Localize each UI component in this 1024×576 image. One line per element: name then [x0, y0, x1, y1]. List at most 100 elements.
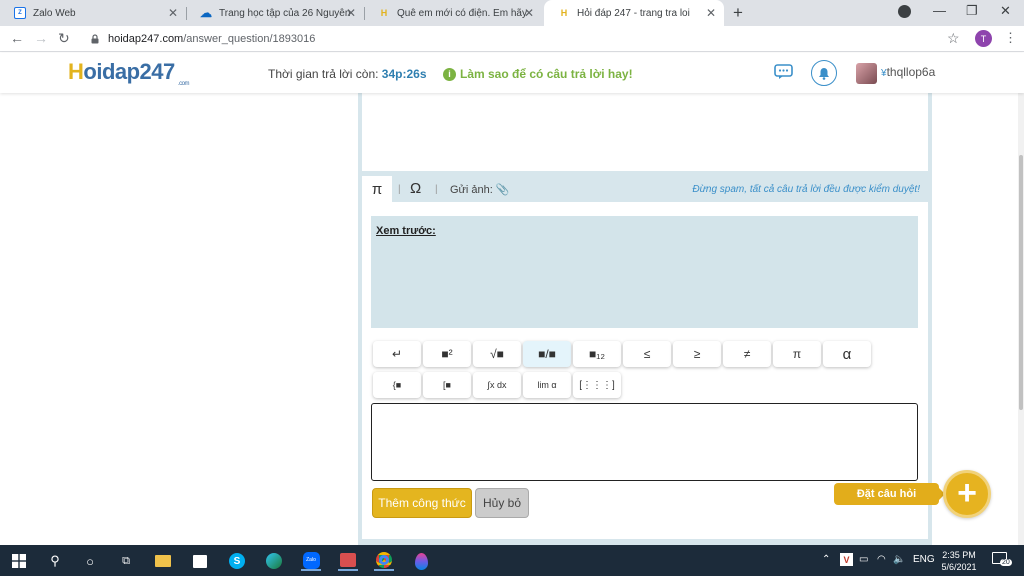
tab-que-em[interactable]: H Quê em mới có điện. Em hãy thà ✕	[364, 0, 542, 26]
new-tab-button[interactable]: +	[733, 3, 743, 23]
add-formula-button[interactable]: Thêm công thức	[372, 488, 472, 518]
power-key[interactable]: ■²	[423, 341, 471, 367]
cortana-icon[interactable]: ○	[80, 551, 100, 571]
ask-question-label[interactable]: Đặt câu hỏi	[834, 483, 939, 505]
close-icon[interactable]: ✕	[706, 6, 716, 20]
geq-key[interactable]: ≥	[673, 341, 721, 367]
wifi-icon[interactable]: ◠	[877, 554, 886, 565]
paperclip-icon: 📎	[495, 184, 510, 196]
upload-image-button[interactable]: Gửi ảnh: 📎	[450, 183, 510, 196]
close-icon[interactable]: ✕	[524, 6, 534, 20]
leq-key[interactable]: ≤	[623, 341, 671, 367]
sqrt-key[interactable]: √■	[473, 341, 521, 367]
preview-box: Xem trước:	[371, 216, 918, 328]
store-icon[interactable]	[190, 551, 210, 571]
tab-title: Trang học tập của 26 Nguyễn Th	[219, 7, 351, 19]
close-window-button[interactable]: ✕	[1000, 3, 1011, 19]
notification-bell-icon[interactable]	[811, 60, 837, 86]
alpha-key[interactable]: α	[823, 341, 871, 367]
chat-icon[interactable]	[774, 64, 793, 80]
zalo-icon: Z	[14, 7, 26, 19]
url-path: /answer_question/1893016	[183, 33, 316, 45]
clock-time: 2:35 PM	[942, 550, 976, 560]
special-chars-tab[interactable]: Ω	[410, 180, 421, 197]
clock-date: 5/6/2021	[941, 562, 977, 572]
notification-count: 20	[1000, 559, 1012, 566]
tab-trang-hoc-tap[interactable]: ☁ Trang học tập của 26 Nguyễn Th ✕	[186, 0, 364, 26]
tab-zalo[interactable]: Z Zalo Web ✕	[0, 0, 186, 26]
search-icon[interactable]: ⚲	[45, 551, 65, 571]
tab-title: Zalo Web	[33, 7, 76, 19]
editor-toolbar: π | Ω | Gửi ảnh: 📎 Đừng spam, tất cả câu…	[362, 176, 928, 202]
reload-icon[interactable]: ↻	[58, 30, 70, 47]
timer-value: 34p:26s	[381, 67, 427, 81]
chrome-icon[interactable]	[374, 551, 394, 571]
url-field[interactable]: hoidap247.com/answer_question/1893016	[78, 29, 968, 49]
math-formula-tab[interactable]: π	[362, 176, 392, 202]
matrix-bracket-key[interactable]: [■	[423, 372, 471, 398]
tab-title: Hỏi đáp 247 - trang tra loi	[577, 7, 690, 19]
notification-icon[interactable]: 20	[992, 552, 1012, 567]
answer-tip-link[interactable]: i Làm sao để có câu trả lời hay!	[443, 67, 633, 81]
zalo-app-icon[interactable]: Zalo	[301, 551, 321, 571]
browser-tab-strip: Z Zalo Web ✕ ☁ Trang học tập của 26 Nguy…	[0, 0, 1024, 26]
teams-icon[interactable]	[338, 551, 358, 571]
profile-avatar[interactable]: T	[975, 30, 992, 47]
pi-key[interactable]: π	[773, 341, 821, 367]
address-bar-row: ← → ↻ hoidap247.com/answer_question/1893…	[0, 26, 1024, 52]
language-indicator[interactable]: ENG	[913, 554, 935, 565]
windows-start-icon[interactable]	[9, 551, 29, 571]
bookmark-star-icon[interactable]: ☆	[947, 30, 960, 47]
cancel-button[interactable]: Hủy bỏ	[475, 488, 529, 518]
task-view-icon[interactable]: ⧉	[116, 551, 136, 571]
newline-key[interactable]: ↵	[373, 341, 421, 367]
menu-kebab-icon[interactable]: ⋮	[1004, 30, 1017, 46]
question-area	[362, 93, 928, 171]
hoidap247-logo[interactable]: Hoidap247 .com	[68, 59, 190, 87]
close-icon[interactable]: ✕	[168, 6, 178, 20]
fraction-key[interactable]: ■/■	[523, 341, 571, 367]
vpn-icon[interactable]: V	[840, 553, 853, 566]
user-avatar[interactable]	[856, 63, 877, 84]
restore-button[interactable]: ❐	[966, 3, 978, 19]
system-equations-key[interactable]: {■	[373, 372, 421, 398]
file-explorer-icon[interactable]	[153, 551, 173, 571]
ask-question-button[interactable]: +	[943, 470, 991, 518]
url-domain: hoidap247.com	[108, 33, 184, 45]
volume-icon[interactable]: 🔈	[893, 554, 905, 565]
neq-key[interactable]: ≠	[723, 341, 771, 367]
user-menu[interactable]: ¥thqllop6a	[881, 65, 935, 79]
forward-icon[interactable]: →	[34, 30, 48, 46]
formula-input[interactable]	[371, 403, 918, 481]
close-icon[interactable]: ✕	[346, 6, 356, 20]
skype-icon[interactable]: S	[227, 551, 247, 571]
minimize-button[interactable]: —	[933, 3, 946, 18]
lock-icon	[91, 34, 99, 44]
tab-search-icon[interactable]	[898, 5, 911, 18]
back-icon[interactable]: ←	[10, 30, 24, 46]
answer-timer: Thời gian trả lời còn: 34p:26s	[268, 67, 427, 81]
answer-panel: π | Ω | Gửi ảnh: 📎 Đừng spam, tất cả câu…	[358, 93, 932, 545]
hoidap-favicon: H	[380, 8, 388, 18]
chevron-up-icon[interactable]: ⌃	[822, 554, 830, 565]
onedrive-cloud-icon: ☁	[200, 6, 212, 20]
preview-label: Xem trước:	[376, 225, 436, 237]
subscript-key[interactable]: ■₁₂	[573, 341, 621, 367]
paint-drop-icon[interactable]	[411, 551, 431, 571]
integral-key[interactable]: ∫x dx	[473, 372, 521, 398]
username-text: thqllop6a	[886, 65, 936, 79]
main-content: π | Ω | Gửi ảnh: 📎 Đừng spam, tất cả câu…	[0, 93, 1018, 545]
edge-icon[interactable]	[264, 551, 284, 571]
limit-key[interactable]: lim α	[523, 372, 571, 398]
plus-icon: +	[957, 474, 977, 512]
battery-icon[interactable]: ▭	[859, 554, 868, 565]
scrollbar-thumb[interactable]	[1019, 155, 1023, 410]
info-icon: i	[443, 67, 456, 81]
tab-hoidap-active[interactable]: H Hỏi đáp 247 - trang tra loi ✕	[544, 0, 724, 26]
taskbar-clock[interactable]: 2:35 PM 5/6/2021	[938, 549, 980, 573]
matrix-key[interactable]: [⋮⋮⋮]	[573, 372, 621, 398]
upload-image-label: Gửi ảnh:	[450, 184, 493, 196]
spam-warning: Đừng spam, tất cả câu trả lời đều được k…	[692, 184, 920, 195]
tab-title: Quê em mới có điện. Em hãy thà	[397, 7, 529, 19]
tip-text: Làm sao để có câu trả lời hay!	[460, 67, 633, 81]
